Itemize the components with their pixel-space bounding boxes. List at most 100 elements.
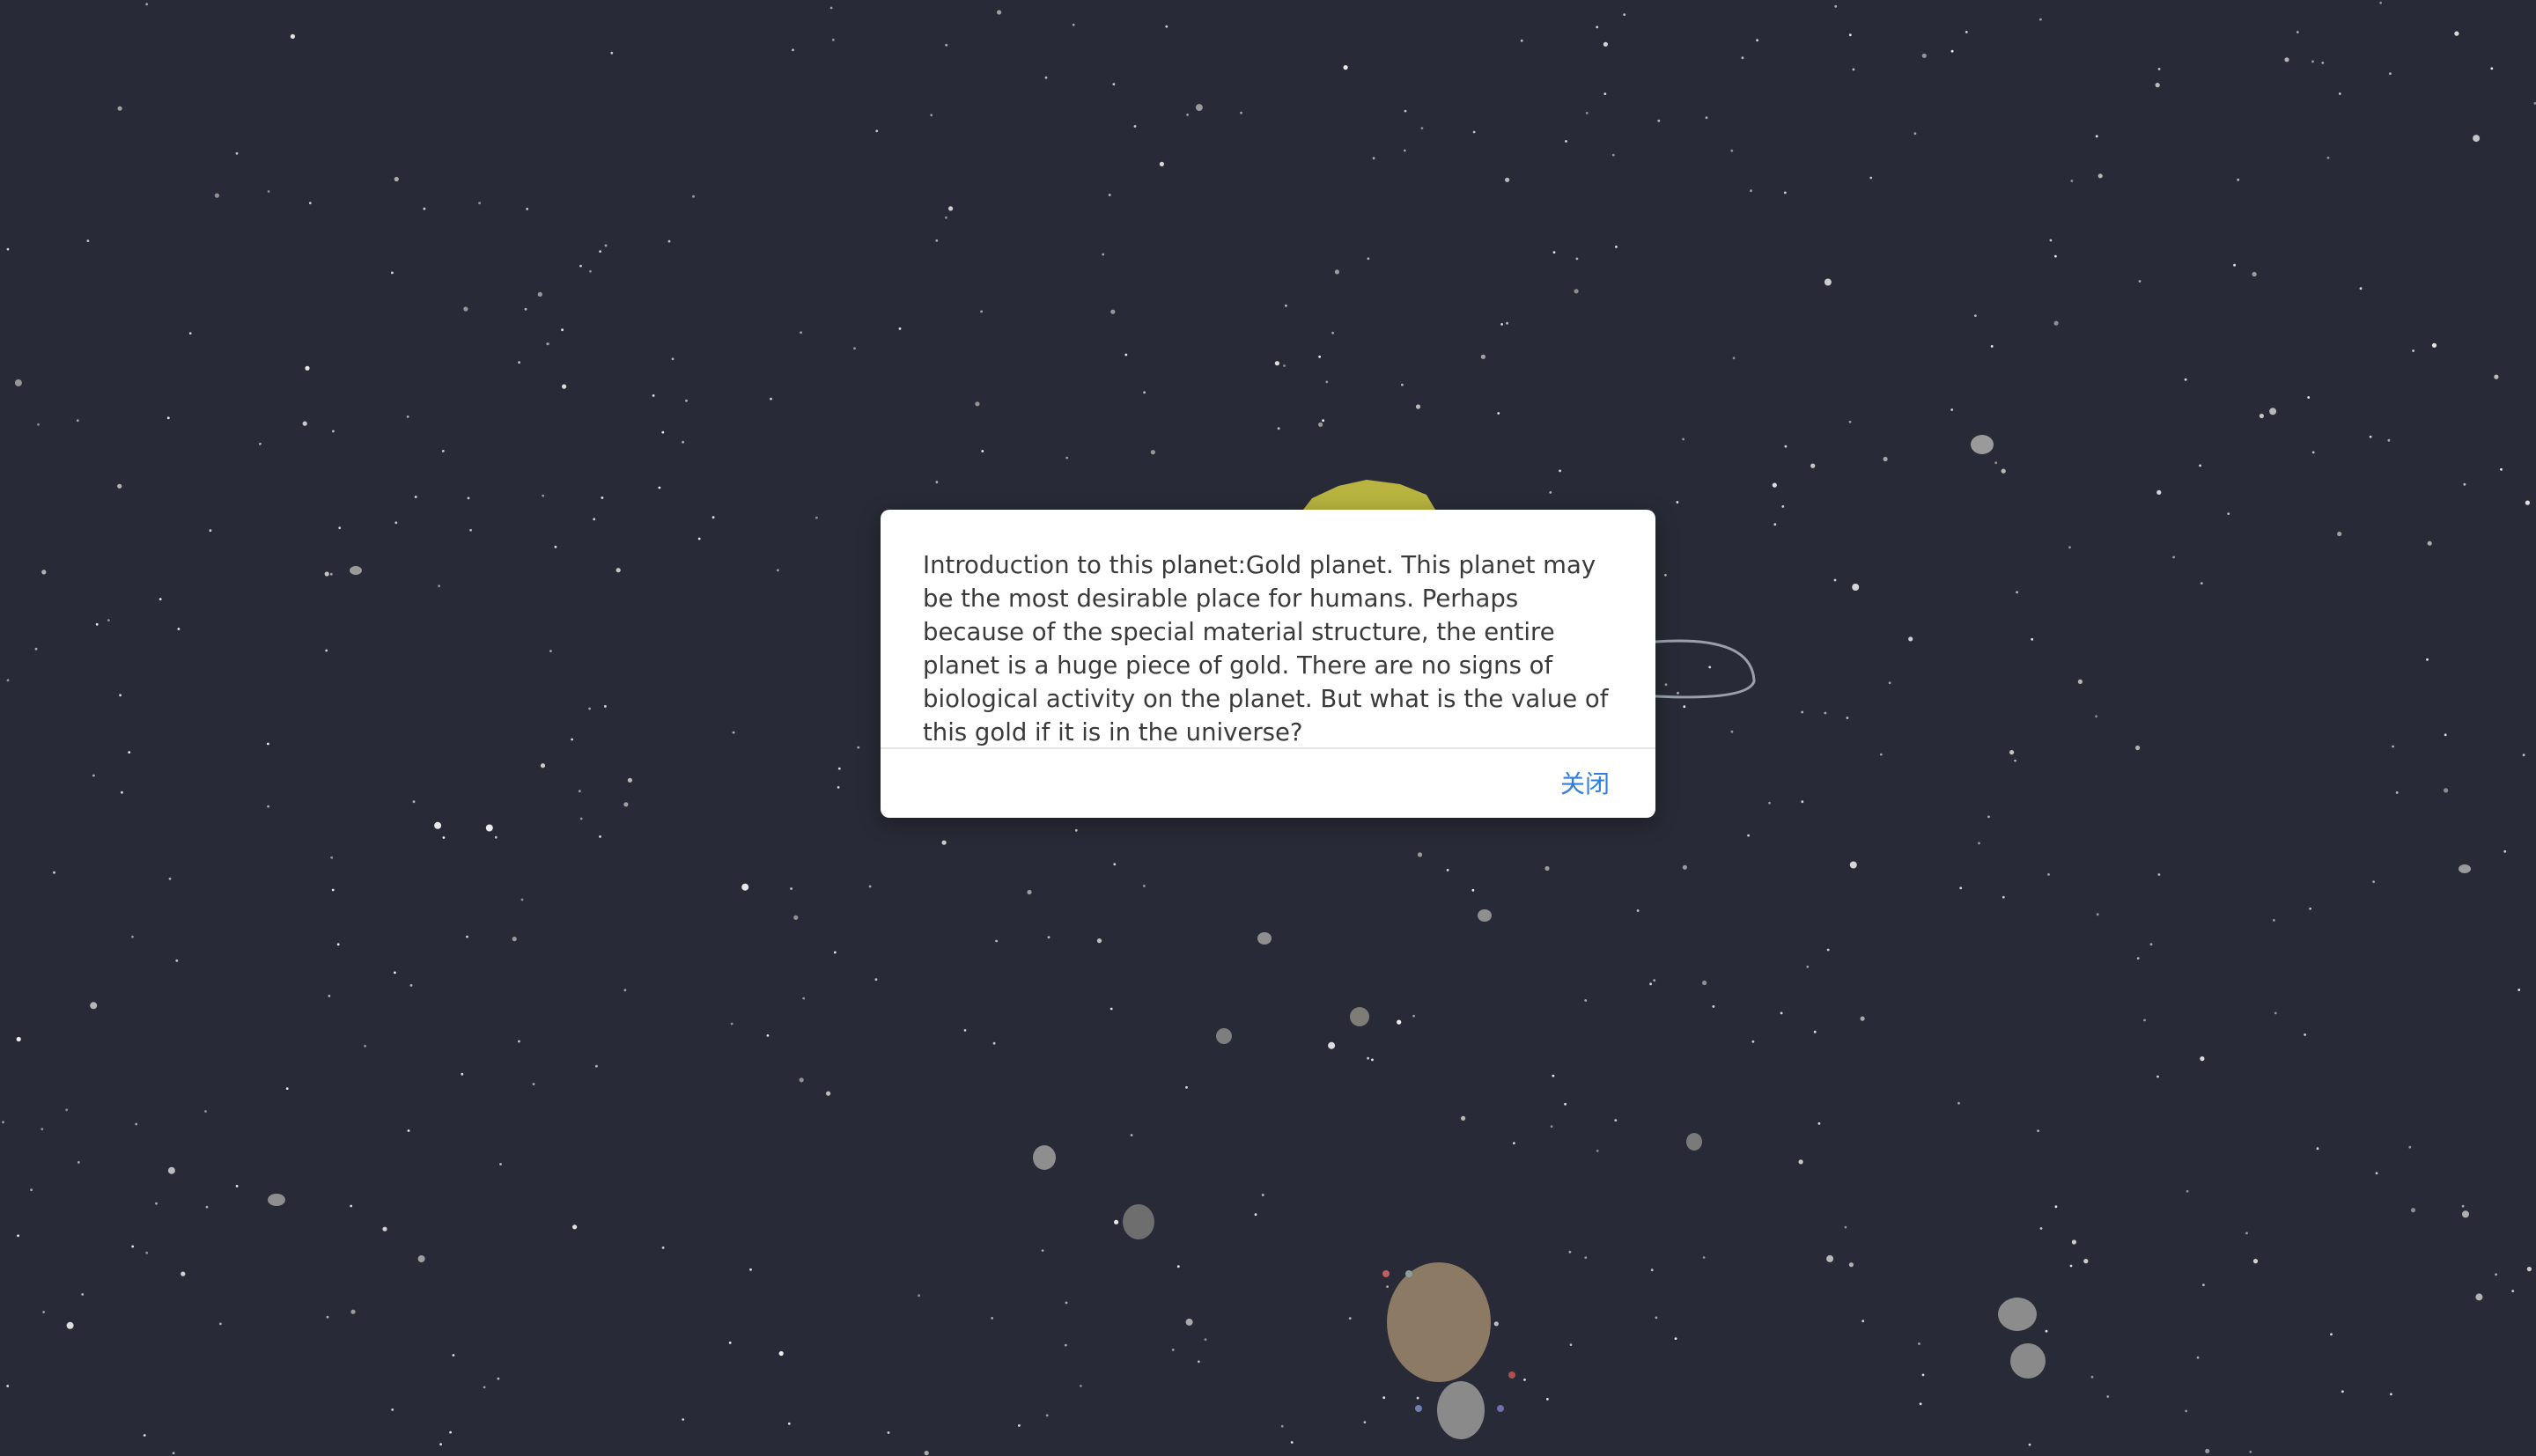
star xyxy=(610,51,614,55)
star xyxy=(6,679,10,682)
star xyxy=(469,528,472,532)
star xyxy=(868,885,872,888)
star xyxy=(331,888,335,892)
star xyxy=(1732,357,1736,360)
star xyxy=(1472,130,1476,134)
star xyxy=(652,394,655,397)
star xyxy=(837,786,840,789)
star xyxy=(2500,467,2503,471)
star xyxy=(2463,482,2466,486)
star xyxy=(601,496,604,499)
star xyxy=(128,751,131,754)
star xyxy=(661,430,665,434)
star xyxy=(394,521,398,525)
star xyxy=(394,971,396,974)
star xyxy=(467,496,470,500)
star xyxy=(1280,1424,1284,1428)
star xyxy=(267,742,269,746)
star xyxy=(2233,263,2237,267)
star xyxy=(2039,18,2042,21)
star xyxy=(188,332,192,335)
brown-planet-moon[interactable] xyxy=(1437,1381,1485,1439)
star xyxy=(2395,791,2399,794)
star xyxy=(235,1185,239,1188)
star xyxy=(1195,104,1203,112)
star xyxy=(623,989,627,992)
asteroid xyxy=(1257,932,1272,945)
star xyxy=(92,774,95,777)
planet-info-dialog: Introduction to this planet:Gold planet.… xyxy=(881,510,1655,818)
star xyxy=(1261,1194,1264,1196)
star xyxy=(2016,591,2019,594)
star xyxy=(1636,909,1640,912)
star xyxy=(95,622,99,626)
asteroid xyxy=(1216,1028,1232,1044)
star xyxy=(728,1342,732,1344)
tiny-satellite xyxy=(1405,1270,1412,1277)
star xyxy=(2157,873,2161,876)
star xyxy=(2200,582,2203,585)
star xyxy=(1417,852,1423,857)
star xyxy=(1848,1262,1854,1268)
star xyxy=(2028,1443,2031,1446)
star xyxy=(2156,489,2162,496)
star xyxy=(2284,57,2289,63)
star xyxy=(434,821,442,829)
star xyxy=(1813,1030,1817,1033)
close-button[interactable]: 关闭 xyxy=(1560,767,1610,802)
star xyxy=(2143,1018,2146,1022)
star xyxy=(2307,396,2311,399)
star xyxy=(1186,114,1189,116)
planet-description: Introduction to this planet:Gold planet.… xyxy=(923,551,1609,746)
gold-planet[interactable] xyxy=(1303,480,1435,510)
star xyxy=(16,1036,21,1042)
star xyxy=(76,419,79,423)
star xyxy=(1331,331,1334,335)
star xyxy=(963,1029,967,1032)
star xyxy=(407,1129,410,1132)
star xyxy=(875,129,879,133)
star xyxy=(117,483,122,489)
star xyxy=(107,619,110,621)
star xyxy=(2149,943,2153,946)
star xyxy=(945,43,948,47)
star xyxy=(131,935,134,938)
star xyxy=(1730,730,1734,733)
star xyxy=(2049,239,2053,242)
star xyxy=(267,805,269,808)
star xyxy=(2392,745,2395,748)
star xyxy=(1705,116,1708,120)
star xyxy=(1978,842,1980,845)
star xyxy=(204,1110,207,1113)
star xyxy=(1913,132,1917,136)
star xyxy=(540,763,546,768)
star xyxy=(325,649,328,652)
star xyxy=(2249,1450,2252,1453)
star xyxy=(2304,1033,2307,1036)
star xyxy=(561,328,564,332)
tiny-satellite xyxy=(1415,1405,1422,1412)
star xyxy=(1027,889,1032,895)
star xyxy=(235,151,239,155)
star xyxy=(2269,408,2277,415)
star xyxy=(1124,353,1128,357)
star xyxy=(441,450,445,452)
star xyxy=(1322,419,1324,423)
star xyxy=(1096,938,1102,944)
star xyxy=(391,271,394,275)
star xyxy=(2252,271,2257,277)
star xyxy=(1741,56,1744,60)
star xyxy=(1584,999,1588,1002)
star xyxy=(711,516,715,519)
star xyxy=(770,397,772,401)
star xyxy=(1833,578,1837,582)
star xyxy=(1817,1121,1821,1125)
brown-planet[interactable] xyxy=(1387,1262,1491,1382)
star xyxy=(526,208,529,210)
star xyxy=(34,647,38,651)
star xyxy=(135,1122,138,1126)
star xyxy=(1798,1159,1803,1165)
star xyxy=(1143,885,1146,887)
star xyxy=(948,206,954,211)
star xyxy=(155,1202,158,1205)
